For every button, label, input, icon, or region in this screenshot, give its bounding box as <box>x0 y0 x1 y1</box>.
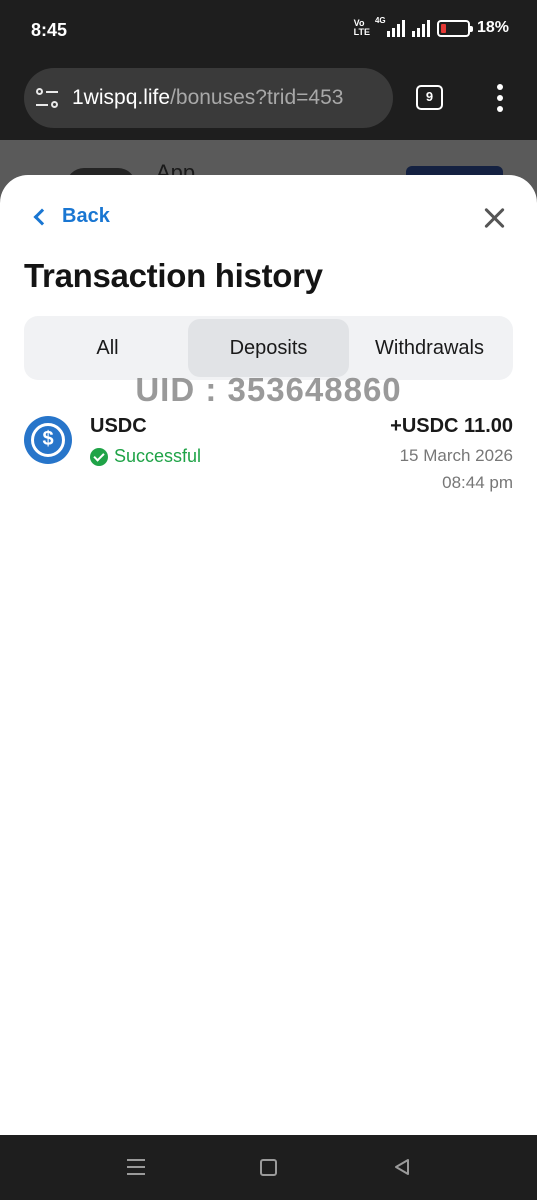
more-options-icon[interactable] <box>497 84 503 112</box>
battery-level <box>440 23 446 33</box>
transaction-row[interactable]: $ USDC Successful +USDC 11.00 15 March 2… <box>24 413 513 497</box>
signal-4g-icon: 4G <box>374 16 405 37</box>
transaction-status: Successful <box>90 446 201 467</box>
transaction-time: 08:44 pm <box>442 473 513 492</box>
transaction-history-sheet: Back Transaction history All Deposits Wi… <box>0 175 537 1135</box>
close-icon[interactable] <box>482 205 508 231</box>
check-circle-icon <box>90 447 108 466</box>
volte-icon: Vo LTE <box>354 19 370 37</box>
status-time: 8:45 <box>31 20 68 40</box>
home-icon[interactable] <box>260 1159 277 1176</box>
status-bar: 8:45 Vo LTE 4G 18% <box>0 0 537 62</box>
network-type-label: 4G <box>374 16 386 25</box>
tab-withdrawals[interactable]: Withdrawals <box>349 319 510 377</box>
tab-all[interactable]: All <box>27 319 188 377</box>
tab-deposits[interactable]: Deposits <box>188 319 349 377</box>
transaction-currency: USDC <box>90 415 147 437</box>
address-bar[interactable]: 1wispq.life/bonuses?trid=453 <box>24 68 393 128</box>
volte-bottom-text: LTE <box>353 27 370 37</box>
usdc-symbol: $ <box>42 428 54 450</box>
back-button[interactable]: Back <box>32 205 110 228</box>
usdc-coin-icon: $ <box>24 416 72 464</box>
transaction-amount: +USDC 11.00 <box>390 415 513 437</box>
phone-screen: 8:45 Vo LTE 4G 18% 1wispq.life/bonuses?t… <box>0 0 537 1200</box>
signal-icon <box>411 19 430 37</box>
site-settings-icon[interactable] <box>36 88 64 108</box>
transaction-status-label: Successful <box>114 446 202 466</box>
url-path: /bonuses?trid=453 <box>170 86 344 109</box>
battery-percent: 18% <box>476 19 509 36</box>
uid-watermark: UID : 353648860 <box>135 371 402 408</box>
url-domain: 1wispq.life <box>72 86 171 109</box>
browser-toolbar: 1wispq.life/bonuses?trid=453 9 <box>0 62 537 140</box>
chevron-left-icon <box>33 208 51 225</box>
recent-apps-icon[interactable] <box>127 1159 145 1175</box>
battery-icon <box>436 19 473 37</box>
page-title: Transaction history <box>24 257 323 294</box>
status-icons: Vo LTE 4G 18% <box>354 16 509 37</box>
system-nav-bar <box>0 1135 537 1200</box>
tab-switcher-button[interactable]: 9 <box>416 85 443 110</box>
transaction-date: 15 March 2026 <box>399 446 513 465</box>
url-text[interactable]: 1wispq.life/bonuses?trid=453 <box>72 86 343 110</box>
back-triangle-icon[interactable] <box>393 1158 411 1176</box>
back-label: Back <box>62 205 110 227</box>
